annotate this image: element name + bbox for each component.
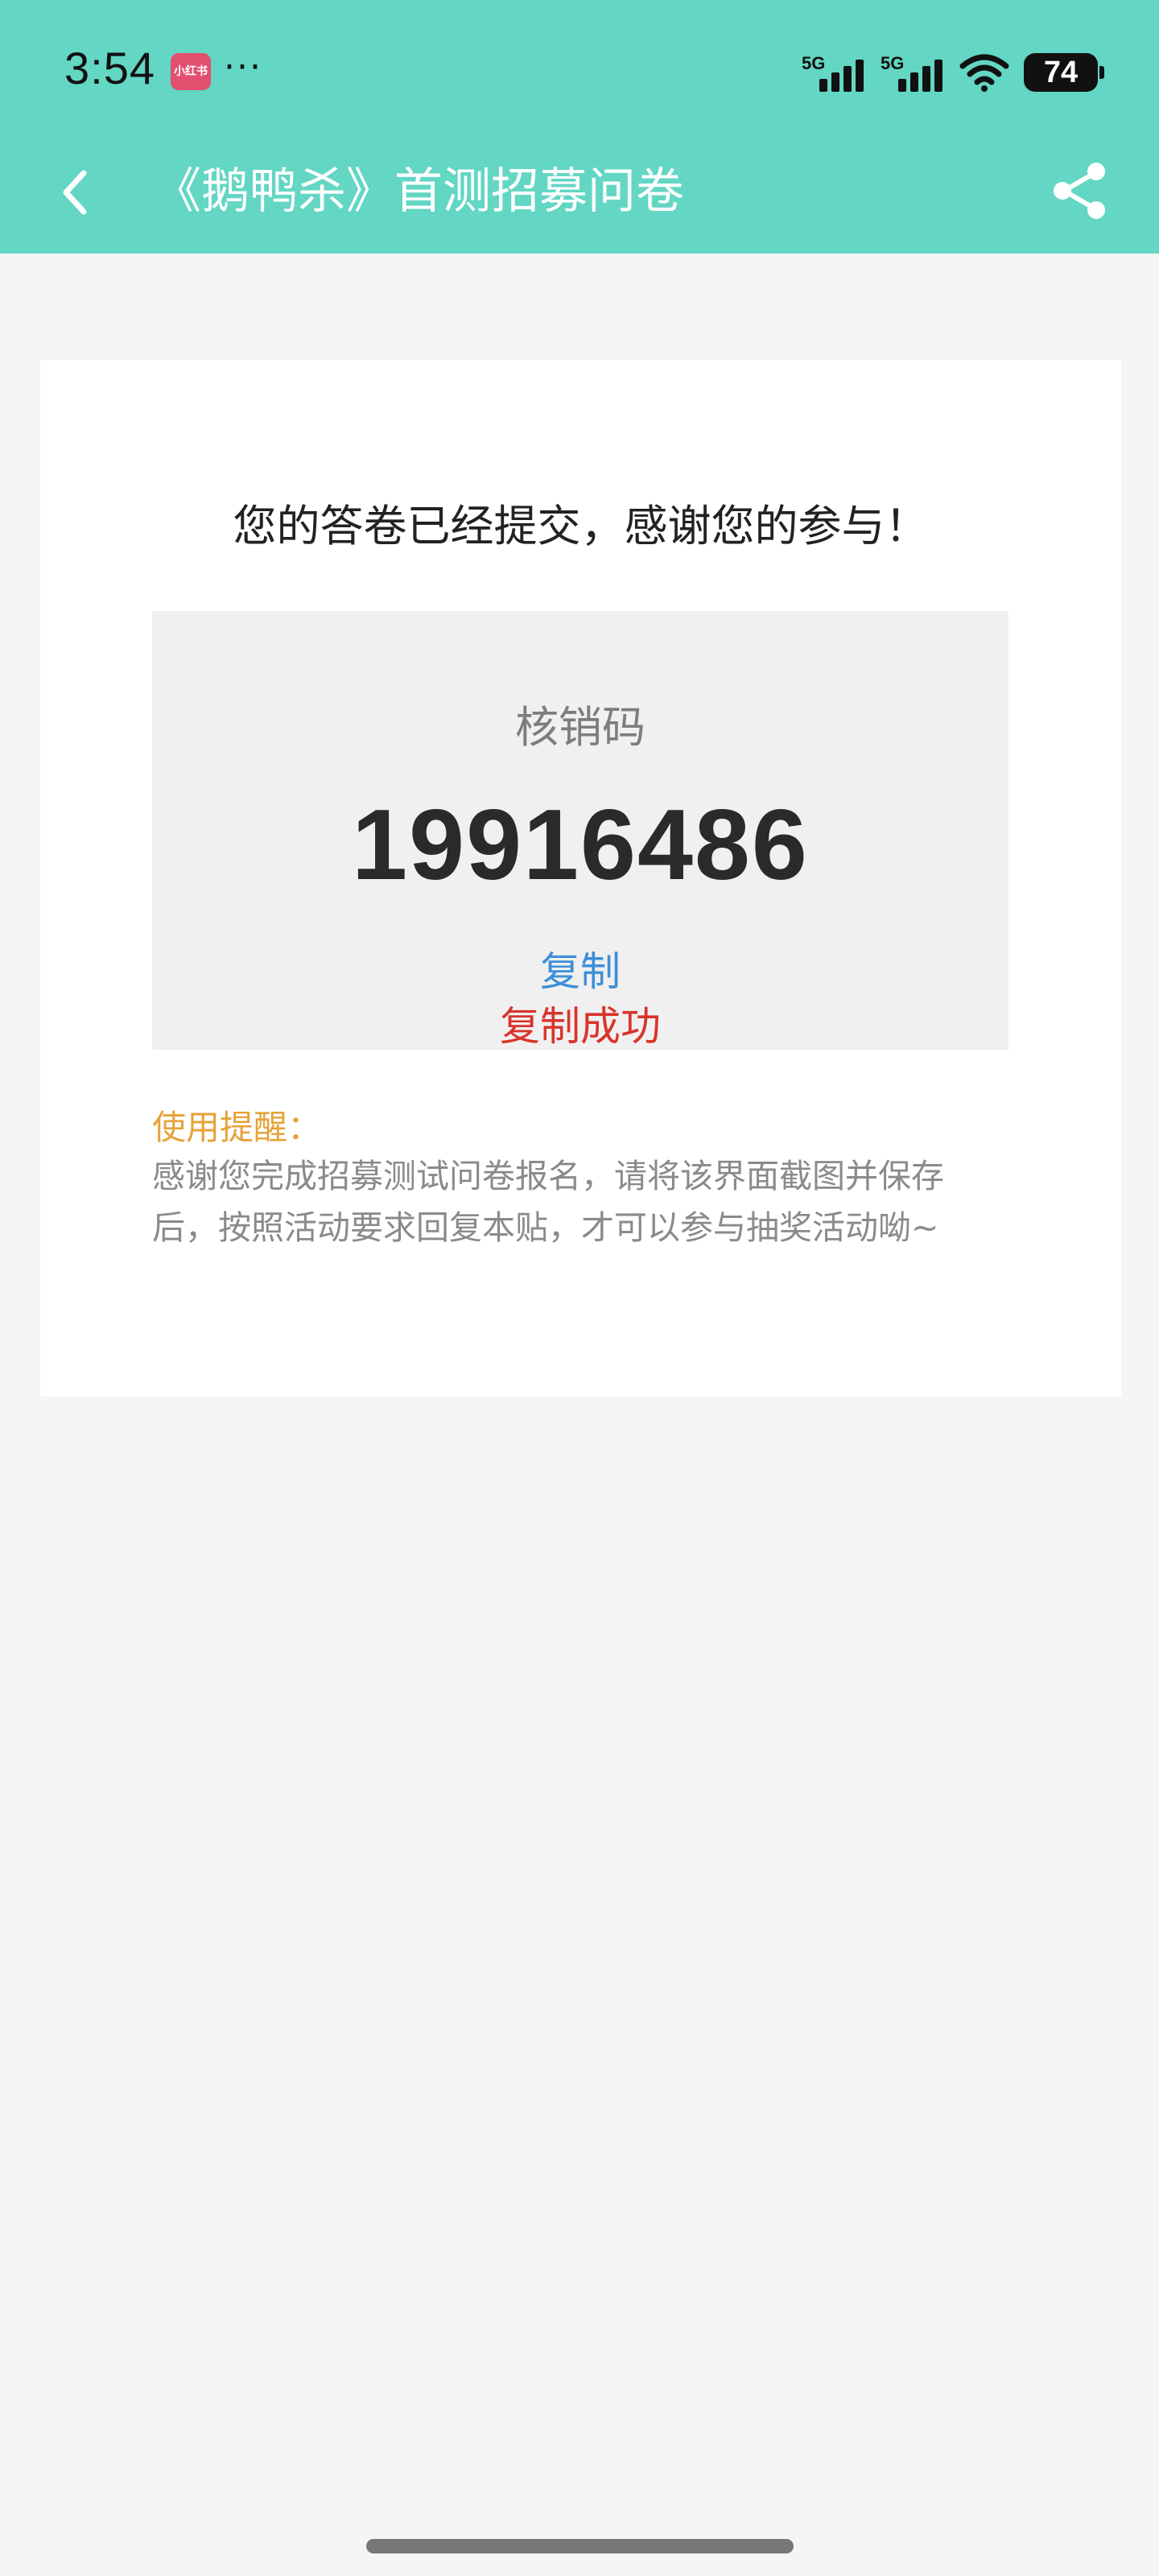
battery-indicator: 74	[1024, 53, 1104, 92]
home-indicator[interactable]	[366, 2539, 794, 2553]
wifi-icon	[959, 53, 1009, 92]
result-card: 您的答卷已经提交，感谢您的参与！ 核销码 19916486 复制 复制成功 使用…	[40, 360, 1121, 1397]
redemption-code: 19916486	[352, 790, 809, 901]
status-indicators: 5G 5G 74	[802, 50, 1104, 92]
page-title: 《鹅鸭杀》首测招募问卷	[153, 163, 684, 220]
back-button[interactable]	[47, 162, 108, 223]
status-time: 3:54	[64, 43, 155, 93]
share-icon	[1054, 163, 1105, 219]
nav-bar: 《鹅鸭杀》首测招募问卷	[0, 133, 1159, 254]
status-bar: 3:54 小红书 ··· 5G 5G 74	[0, 0, 1159, 133]
reminder-body: 感谢您完成招募测试问卷报名，请将该界面截图并保存后，按照活动要求回复本贴，才可以…	[152, 1157, 944, 1247]
more-notifications-icon: ···	[224, 47, 262, 88]
copy-success-message: 复制成功	[500, 1003, 661, 1050]
code-label: 核销码	[515, 702, 645, 753]
signal-icon: 5G	[881, 53, 945, 92]
redemption-code-box: 核销码 19916486 复制 复制成功	[152, 611, 1008, 1050]
notification-app-icon: 小红书	[171, 53, 211, 90]
signal-icon: 5G	[802, 53, 866, 92]
copy-button[interactable]: 复制	[152, 939, 1008, 997]
app-root: 3:54 小红书 ··· 5G 5G 74 《鹅鸭杀》首测招募问卷 您的答卷已经…	[0, 0, 1159, 2576]
share-button[interactable]	[1046, 157, 1114, 225]
reminder-title: 使用提醒：	[152, 1108, 322, 1147]
chevron-left-icon	[63, 170, 87, 215]
submission-message: 您的答卷已经提交，感谢您的参与！	[233, 501, 929, 551]
